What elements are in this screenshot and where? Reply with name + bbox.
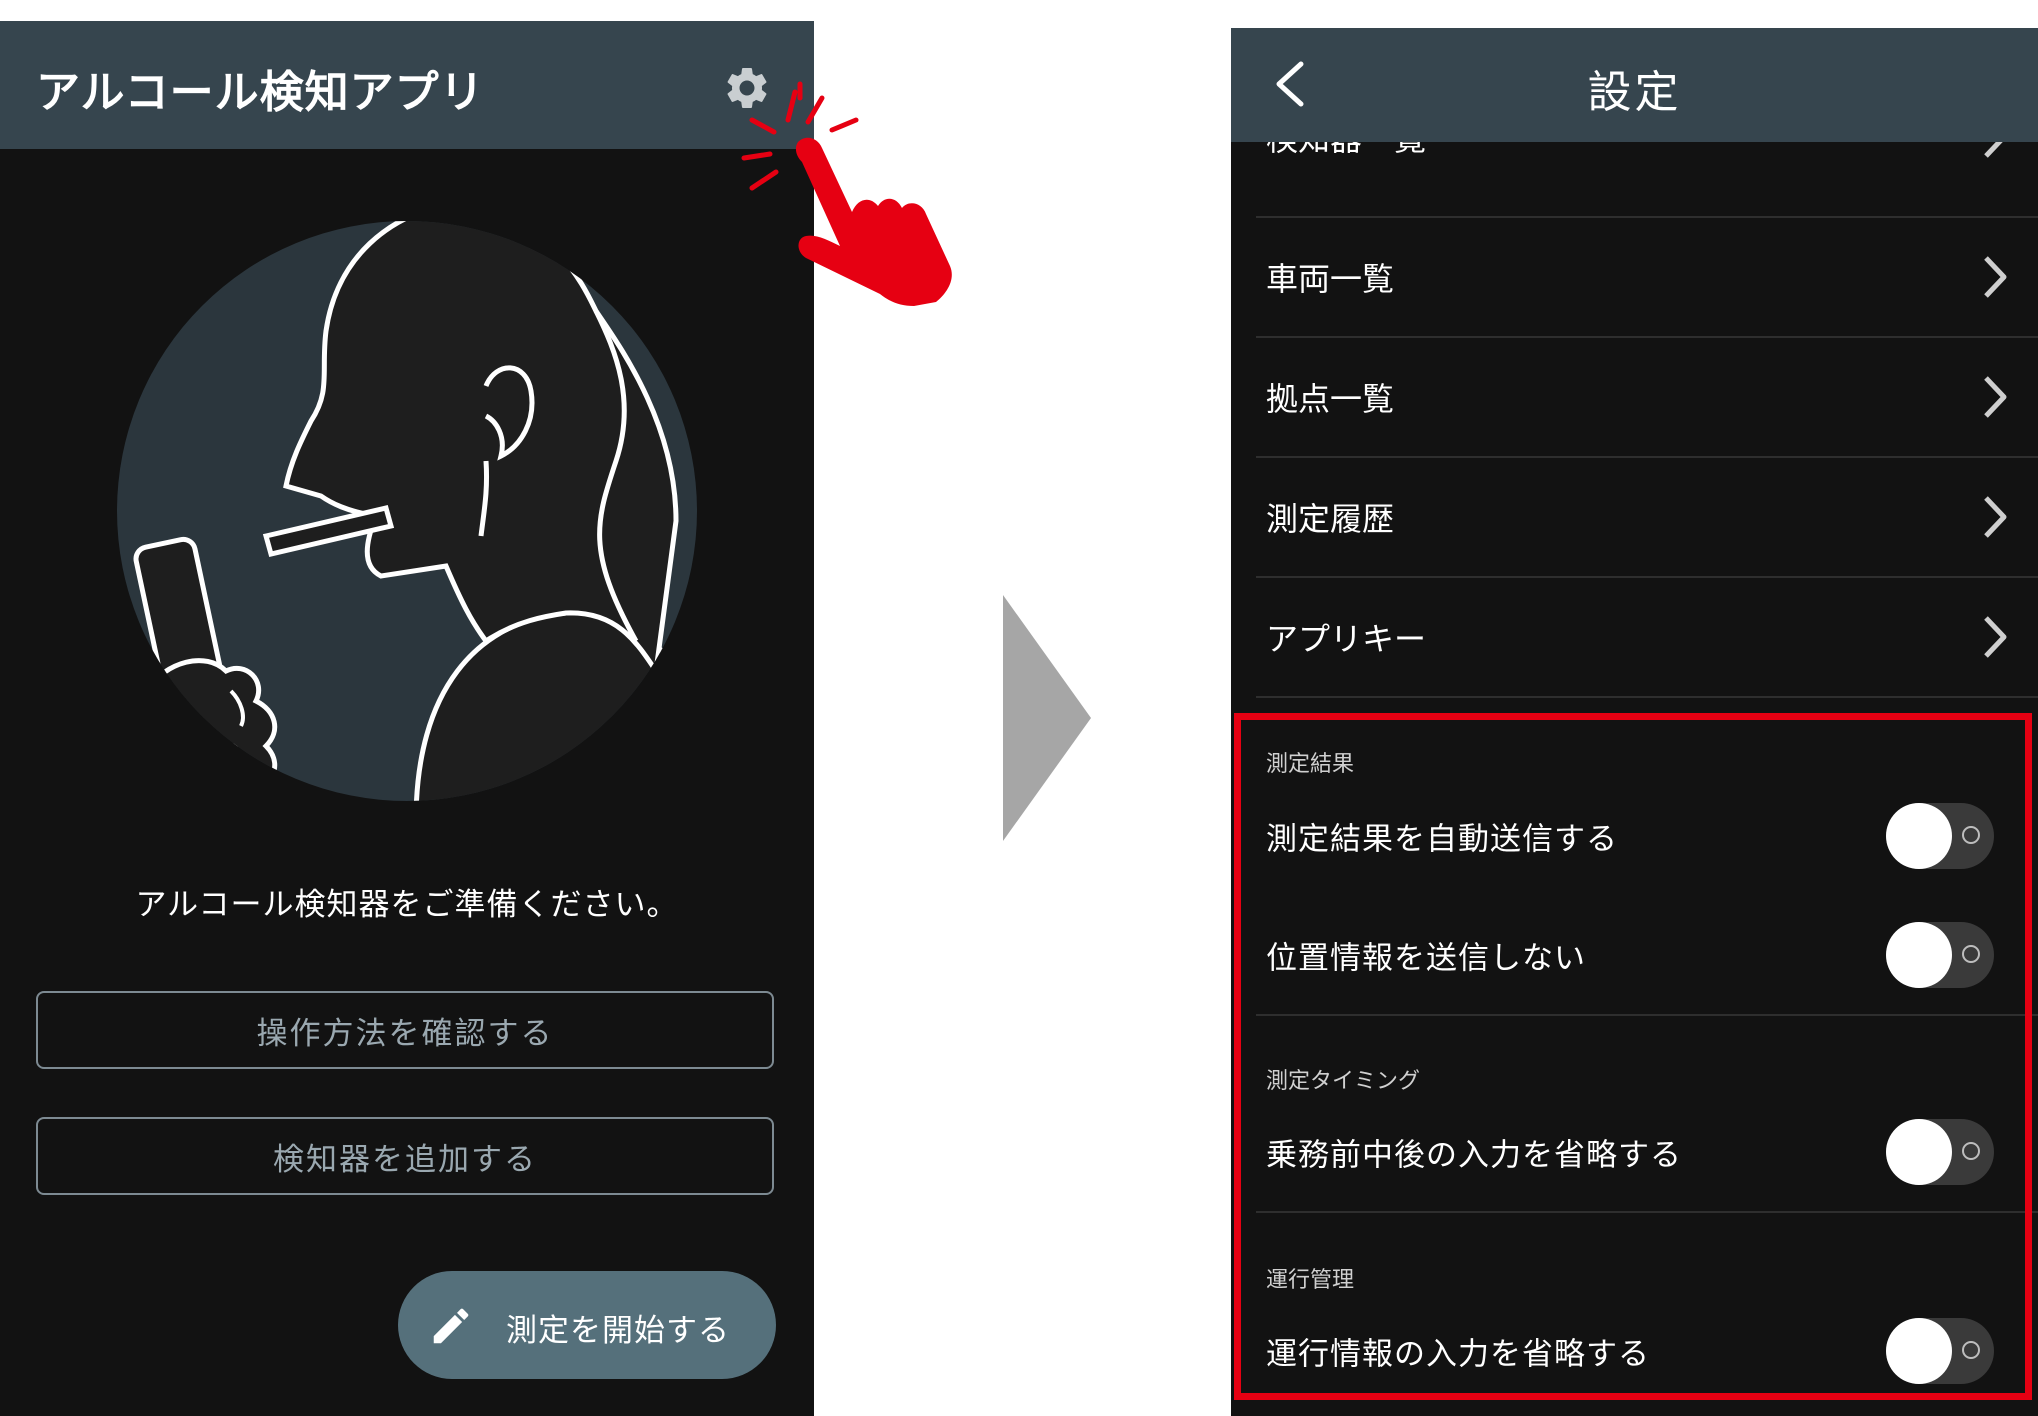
start-measurement-button[interactable]: 測定を開始する: [398, 1271, 776, 1379]
start-measurement-label: 測定を開始する: [506, 1313, 730, 1349]
menu-item-label: 測定履歴: [1266, 500, 1395, 538]
chevron-right-icon: [1984, 256, 2007, 298]
breathalyzer-illustration: [117, 221, 697, 801]
menu-item-app-key[interactable]: アプリキー: [1256, 578, 2038, 698]
menu-item-vehicle-list[interactable]: 車両一覧: [1256, 218, 2038, 338]
app-header: アルコール検知アプリ: [0, 21, 814, 149]
menu-item-label: アプリキー: [1266, 620, 1427, 658]
highlight-box: [1234, 713, 2032, 1400]
app-title: アルコール検知アプリ: [36, 67, 485, 118]
arrow-right-icon: [1003, 595, 1091, 841]
menu-item-base-list[interactable]: 拠点一覧: [1256, 338, 2038, 458]
menu-item-label: 車両一覧: [1266, 260, 1395, 298]
menu-item-measurement-history[interactable]: 測定履歴: [1256, 458, 2038, 578]
chevron-right-icon: [1984, 376, 2007, 418]
pencil-icon: [433, 1308, 469, 1344]
add-detector-button[interactable]: 検知器を追加する: [36, 1117, 774, 1195]
howto-button[interactable]: 操作方法を確認する: [36, 991, 774, 1069]
settings-title: 設定: [1587, 67, 1682, 118]
settings-header: 設定: [1231, 28, 2038, 142]
home-screen: アルコール検知アプリ アルコール検知器をご準備ください。 操作方法を確認する 検…: [0, 21, 814, 1416]
pointer-hand-icon: [741, 81, 952, 306]
chevron-right-icon: [1984, 616, 2007, 658]
menu-item-label: 拠点一覧: [1266, 380, 1395, 418]
prepare-detector-message: アルコール検知器をご準備ください。: [135, 887, 679, 923]
chevron-right-icon: [1984, 496, 2007, 538]
